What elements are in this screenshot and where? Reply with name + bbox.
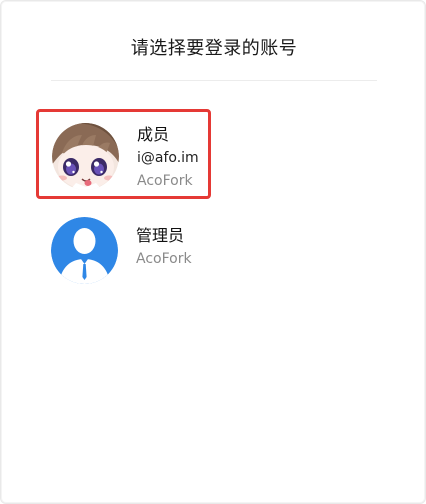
account-item-member[interactable]: 成员 i@afo.im AcoFork [36, 109, 211, 199]
account-name: 成员 [137, 125, 170, 144]
default-user-avatar-icon [51, 217, 118, 284]
account-org: AcoFork [136, 251, 192, 267]
account-email: i@afo.im [137, 150, 199, 166]
account-name: 管理员 [136, 226, 185, 245]
title-divider [51, 80, 377, 81]
account-org: AcoFork [137, 173, 193, 189]
dialog-title: 请选择要登录的账号 [130, 38, 298, 59]
account-picker-dialog: 请选择要登录的账号 成员 i@afo.im AcoFork 管理员 AcoFor… [0, 0, 426, 504]
account-info: 成员 i@afo.im AcoFork [137, 124, 199, 192]
account-info: 管理员 AcoFork [136, 225, 192, 270]
anime-girl-avatar-icon [52, 123, 119, 190]
account-item-admin[interactable]: 管理员 AcoFork [36, 212, 211, 302]
